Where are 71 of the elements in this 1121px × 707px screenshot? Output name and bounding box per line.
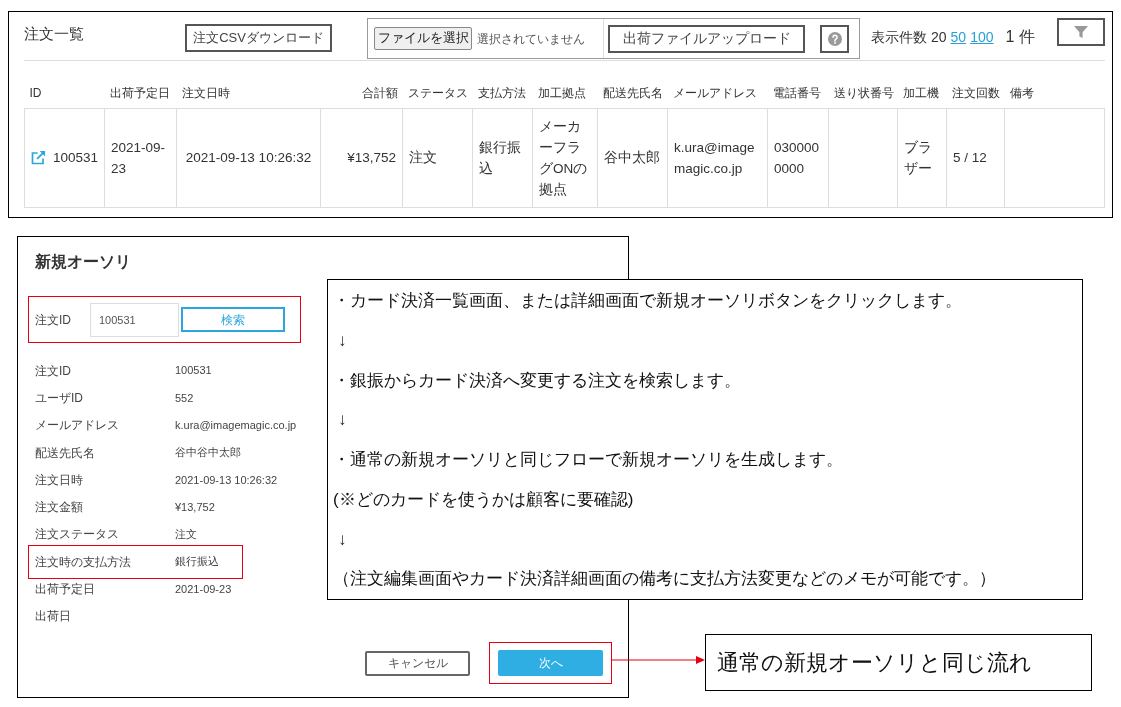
instruction-text: (※どのカードを使うかは顧客に要確認) [333, 488, 634, 511]
file-status-text: 選択されていません [477, 30, 586, 48]
column-header: 加工拠点 [537, 85, 586, 100]
filter-button[interactable] [1057, 18, 1105, 46]
column-header: 加工機 [902, 85, 939, 100]
table-cell: メーカーフラグONの拠点 [532, 108, 598, 207]
detail-label: 注文ステータス [35, 526, 120, 544]
help-button[interactable] [820, 24, 849, 53]
page-size-option: 20 [931, 27, 947, 48]
detail-value: 注文 [175, 527, 197, 543]
table-cell: 谷中太郎 [597, 108, 668, 207]
upload-button[interactable]: 出荷ファイルアップロード [608, 24, 805, 53]
external-link-icon[interactable] [31, 150, 46, 165]
result-count: 1 件 [1005, 27, 1035, 47]
detail-value: 100531 [175, 363, 212, 379]
table-cell: 5 / 12 [946, 108, 1005, 207]
table-cell: k.ura@imagemagic.co.jp [667, 108, 768, 207]
column-header: 支払方法 [477, 85, 526, 100]
column-header: メールアドレス [672, 85, 757, 100]
table-cell: 銀行振込 [472, 108, 533, 207]
callout-note: 通常の新規オーソリと同じ流れ [705, 634, 1092, 691]
filter-icon [1074, 25, 1088, 39]
detail-value: 2021-09-13 10:26:32 [175, 472, 278, 488]
detail-value: ¥13,752 [175, 499, 215, 515]
page-size-label: 表示件数 [871, 28, 927, 47]
table-cell: ブラザー [897, 108, 947, 207]
column-header: 出荷予定日 [109, 85, 170, 100]
detail-label: 注文時の支払方法 [35, 553, 132, 571]
table-cell: 2021-09-13 10:26:32 [176, 108, 321, 207]
instruction-text: ・通常の新規オーソリと同じフローで新規オーソリを生成します。 [333, 449, 843, 472]
help-icon [827, 31, 842, 46]
column-header: 注文日時 [181, 85, 230, 100]
column-header: ステータス [407, 85, 468, 100]
detail-label: 注文ID [35, 362, 72, 380]
page-title: 注文一覧 [24, 24, 85, 44]
table-cell: ¥13,752 [320, 108, 403, 207]
order-id-text: 100531 [53, 149, 99, 167]
column-header: 注文回数 [951, 85, 1000, 100]
down-arrow-text: ↓ [338, 329, 347, 352]
instruction-text: ・カード決済一覧画面、または詳細画面で新規オーソリボタンをクリックします。 [333, 290, 962, 313]
down-arrow-text: ↓ [338, 528, 347, 551]
cancel-button[interactable]: キャンセル [365, 650, 470, 676]
detail-label: メールアドレス [35, 417, 120, 435]
instruction-text: （注文編集画面やカード決済詳細画面の備考に支払方法変更などのメモが可能です。） [333, 568, 996, 591]
detail-label: 注文金額 [35, 499, 84, 517]
down-arrow-text: ↓ [338, 409, 347, 432]
table-cell: 注文 [402, 108, 473, 207]
table-cell: 2021-09-23 [104, 108, 177, 207]
detail-label: ユーザID [35, 389, 84, 407]
column-header: 電話番号 [772, 85, 821, 100]
detail-label: 配送先氏名 [35, 444, 96, 462]
detail-label: 出荷予定日 [35, 581, 96, 599]
table-cell: 0300000000 [767, 108, 829, 207]
detail-label: 出荷日 [35, 608, 72, 626]
order-id-input[interactable]: 100531 [90, 302, 179, 337]
instruction-text: ・銀振からカード決済へ変更する注文を検索します。 [333, 369, 741, 392]
field-label: 注文ID [35, 311, 72, 329]
detail-value: 552 [175, 390, 194, 406]
column-header: 合計額 [361, 85, 398, 100]
column-header: 備考 [1009, 85, 1034, 100]
column-header: ID [29, 85, 42, 100]
detail-label: 注文日時 [35, 471, 84, 489]
detail-value: 2021-09-23 [175, 581, 232, 597]
detail-value: 谷中谷中太郎 [175, 445, 241, 461]
detail-value: k.ura@imagemagic.co.jp [175, 418, 297, 433]
csv-download-button[interactable]: 注文CSVダウンロード [185, 24, 332, 52]
column-header: 送り状番号 [833, 85, 894, 100]
column-header: 配送先氏名 [602, 85, 663, 100]
dialog-title: 新規オーソリ [35, 252, 131, 272]
choose-file-button[interactable]: ファイルを選択 [374, 27, 472, 50]
detail-value: 銀行振込 [175, 554, 219, 570]
